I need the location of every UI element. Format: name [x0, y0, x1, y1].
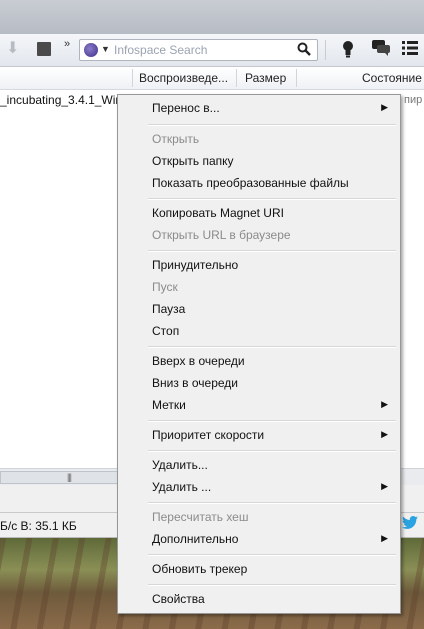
column-header-status[interactable]: Состояние [362, 71, 422, 85]
menu-item-label: Показать преобразованные файлы [152, 176, 349, 190]
menu-item-label: Метки [152, 398, 186, 412]
twitter-bird-icon[interactable] [402, 516, 418, 532]
menu-item-label: Копировать Magnet URI [152, 206, 284, 220]
window-top-strip [0, 0, 424, 35]
menu-separator [148, 420, 396, 422]
menu-item-stop[interactable]: Стоп [120, 320, 398, 342]
column-divider[interactable] [296, 69, 297, 87]
torrent-name: _incubating_3.4.1_Win_ [0, 93, 129, 107]
menu-item-labels[interactable]: Метки ▶ [120, 394, 398, 416]
menu-item-label: Приоритет скорости [152, 428, 265, 442]
chat-icon[interactable] [372, 40, 390, 60]
menu-item-open: Открыть [120, 128, 398, 150]
search-box[interactable]: ▼ [79, 39, 318, 61]
menu-item-label: Принудительно [152, 258, 239, 272]
menu-item-force[interactable]: Принудительно [120, 254, 398, 276]
menu-item-open-folder[interactable]: Открыть папку [120, 150, 398, 172]
menu-item-label: Перенос в... [152, 101, 220, 115]
menu-item-label: Обновить трекер [152, 562, 248, 576]
menu-item-pause[interactable]: Пауза [120, 298, 398, 320]
menu-separator [148, 198, 396, 200]
torrent-status: пир [404, 94, 423, 106]
toolbar-divider [325, 40, 326, 60]
menu-item-copy-magnet[interactable]: Копировать Magnet URI [120, 202, 398, 224]
menu-item-label: Открыть папку [152, 154, 234, 168]
submenu-arrow-icon: ▶ [381, 429, 388, 439]
menu-separator [148, 502, 396, 504]
menu-item-speed-priority[interactable]: Приоритет скорости ▶ [120, 424, 398, 446]
menu-item-start: Пуск [120, 276, 398, 298]
menu-item-label: Удалить ... [152, 480, 212, 494]
menu-item-update-tracker[interactable]: Обновить трекер [120, 558, 398, 580]
menu-separator [148, 250, 396, 252]
submenu-arrow-icon: ▶ [381, 102, 388, 112]
menu-item-label: Пуск [152, 280, 178, 294]
menu-separator [148, 124, 396, 126]
menu-item-remove[interactable]: Удалить... [120, 454, 398, 476]
toolbar: ⬇ » ▼ [0, 34, 424, 67]
column-divider[interactable] [132, 69, 133, 87]
stop-icon[interactable] [37, 42, 51, 56]
grip-icon: ||| [67, 472, 72, 482]
menu-item-show-converted[interactable]: Показать преобразованные файлы [120, 172, 398, 194]
toolbar-more-chevron[interactable]: » [64, 38, 70, 50]
menu-item-label: Свойства [152, 592, 205, 606]
menu-item-advanced[interactable]: Дополнительно ▶ [120, 528, 398, 550]
menu-item-label: Пересчитать хеш [152, 510, 249, 524]
menu-separator [148, 450, 396, 452]
status-upload-rate: Б/с В: 35.1 КБ [0, 519, 77, 533]
menu-item-recheck: Пересчитать хеш [120, 506, 398, 528]
column-header-playback[interactable]: Воспроизведе... [139, 71, 228, 85]
list-menu-icon[interactable] [402, 41, 418, 59]
menu-separator [148, 554, 396, 556]
menu-separator [148, 584, 396, 586]
menu-item-properties[interactable]: Свойства [120, 588, 398, 610]
column-header-size[interactable]: Размер [245, 71, 286, 85]
menu-item-label: Пауза [152, 302, 186, 316]
menu-item-label: Открыть [152, 132, 200, 146]
submenu-arrow-icon: ▶ [381, 481, 388, 491]
menu-item-remove-and[interactable]: Удалить ... ▶ [120, 476, 398, 498]
submenu-arrow-icon: ▶ [381, 399, 388, 409]
search-engine-icon[interactable] [84, 43, 98, 57]
menu-item-transfer[interactable]: Перенос в... ▶ [120, 97, 398, 119]
menu-item-open-url: Открыть URL в браузере [120, 224, 398, 246]
menu-item-label: Дополнительно [152, 532, 239, 546]
menu-separator [148, 346, 396, 348]
menu-item-queue-down[interactable]: Вниз в очереди [120, 372, 398, 394]
context-menu: Перенос в... ▶ Открыть Открыть папку Пок… [117, 94, 401, 614]
submenu-arrow-icon: ▶ [381, 533, 388, 543]
search-input[interactable] [114, 42, 284, 58]
menu-item-label: Удалить... [152, 458, 208, 472]
column-divider[interactable] [236, 69, 237, 87]
menu-item-queue-up[interactable]: Вверх в очереди [120, 350, 398, 372]
menu-item-label: Вниз в очереди [152, 376, 239, 390]
chevron-down-icon[interactable]: ▼ [101, 44, 110, 54]
menu-item-label: Открыть URL в браузере [152, 228, 291, 242]
menu-item-label: Стоп [152, 324, 180, 338]
download-icon[interactable]: ⬇ [6, 41, 22, 57]
menu-item-label: Вверх в очереди [152, 354, 245, 368]
magnifier-icon[interactable] [297, 42, 311, 59]
table-header: Воспроизведе... Размер Состояние [0, 67, 424, 90]
lightbulb-icon[interactable] [342, 40, 354, 63]
